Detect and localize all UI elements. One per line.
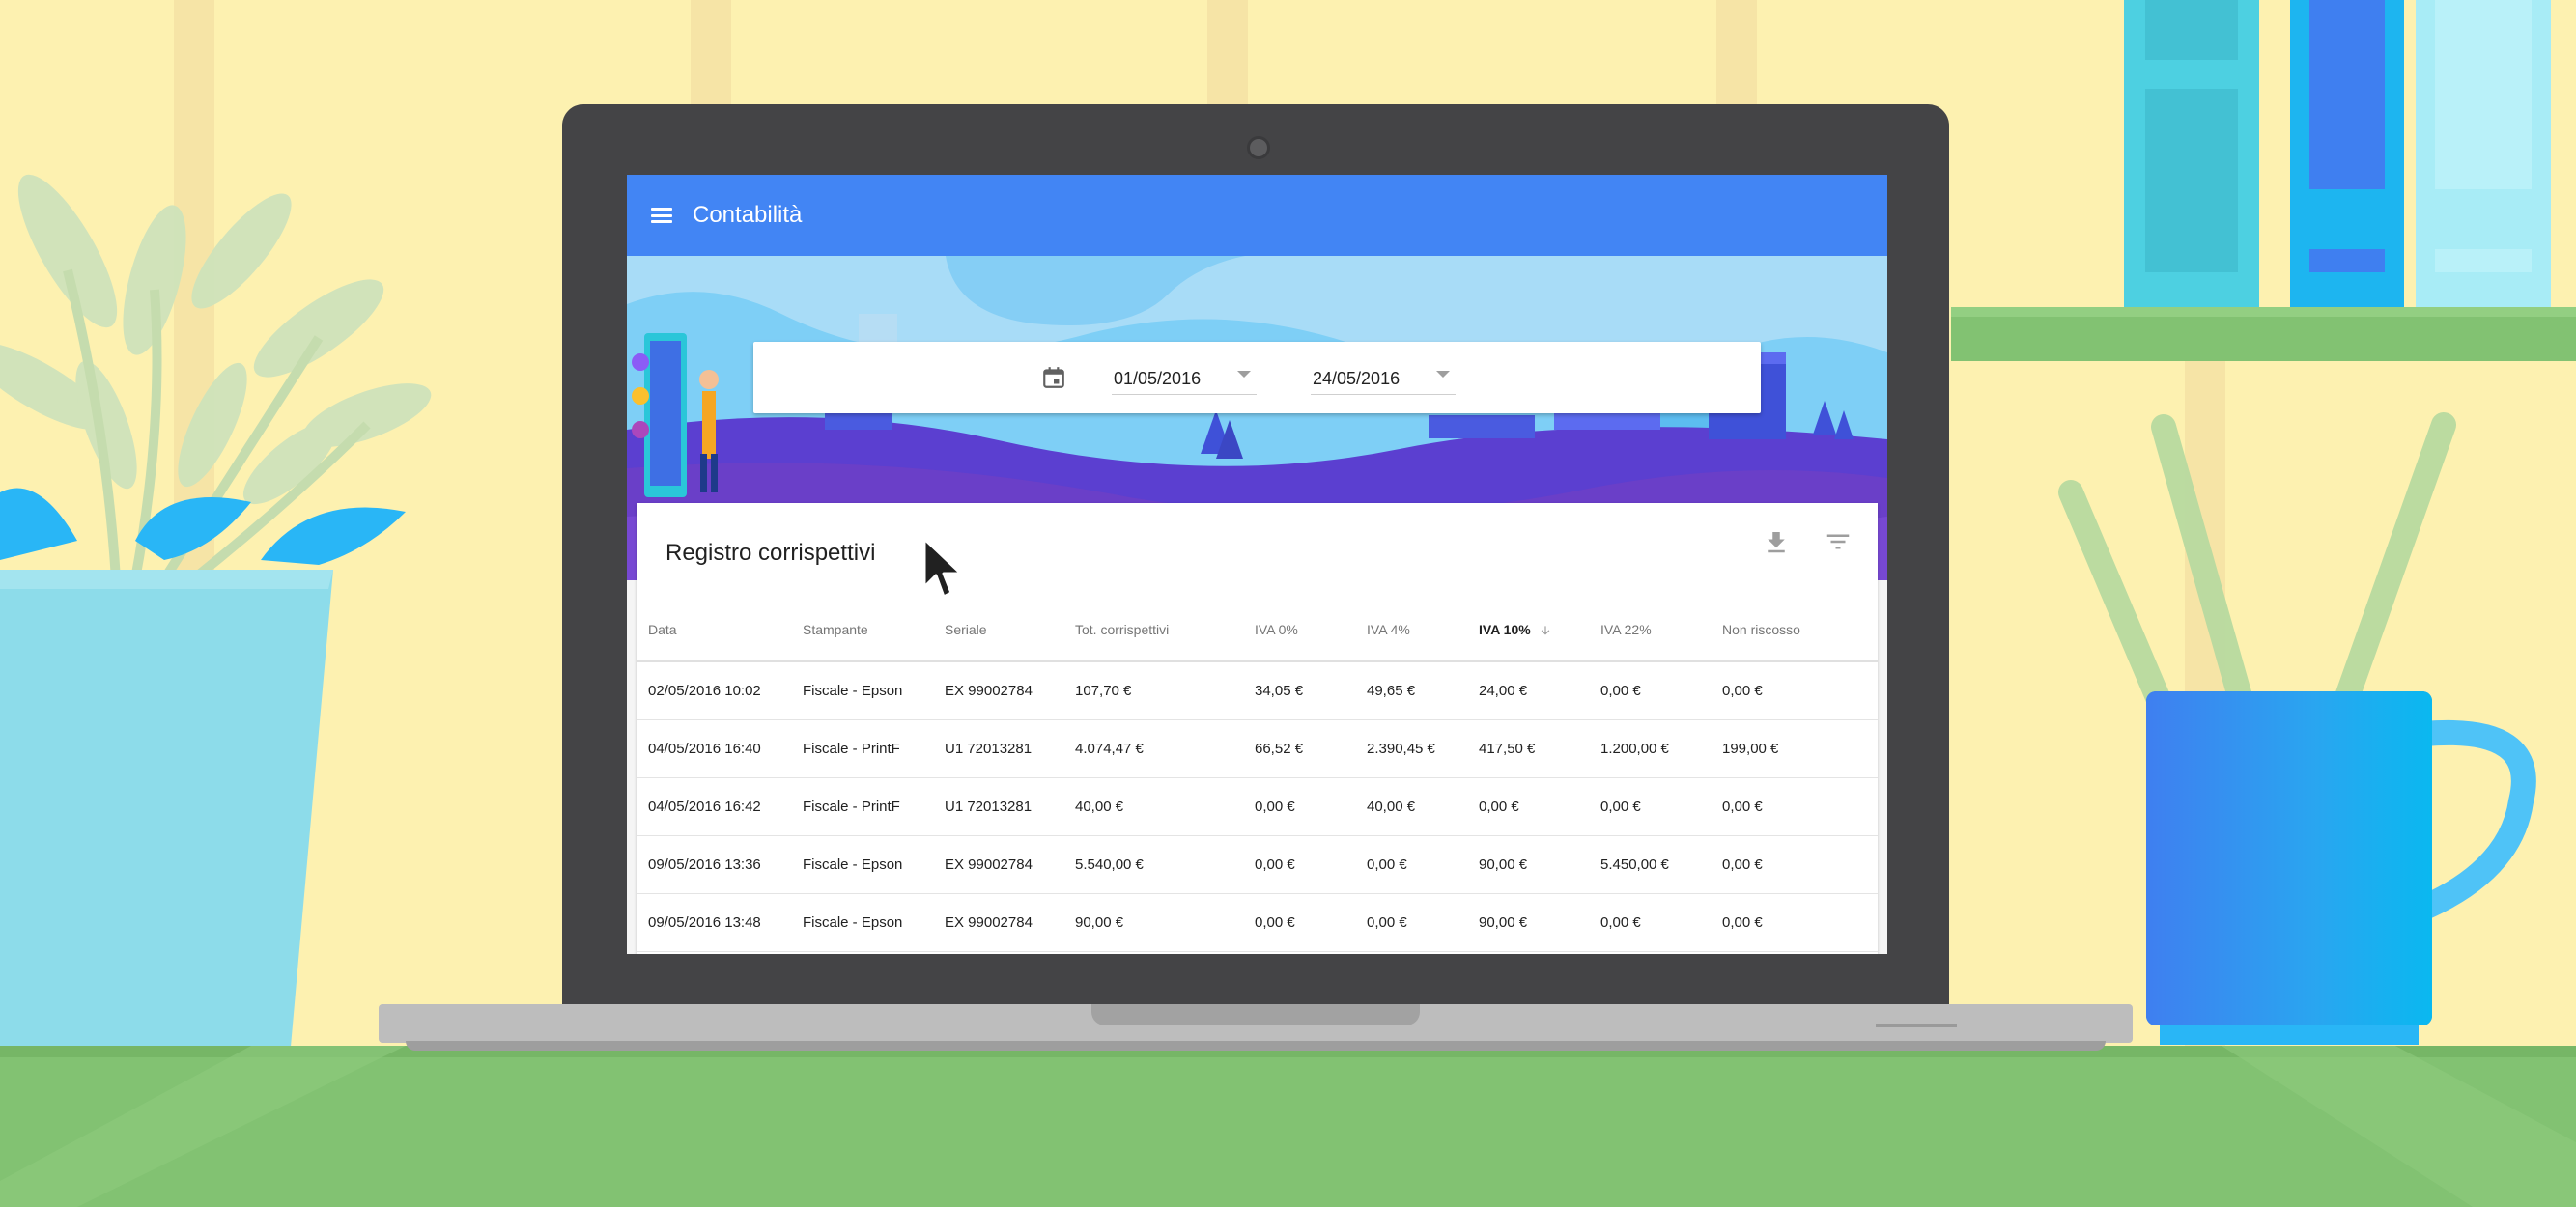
column-header-sorted[interactable]: IVA 10% [1479, 599, 1600, 662]
cell-date: 04/05/2016 16:40 [637, 719, 803, 778]
cell-serial: U1 72013281 [945, 777, 1075, 836]
cell-iva-4: 2.390,45 € [1367, 719, 1479, 778]
download-icon[interactable] [1762, 527, 1791, 556]
cell-iva-22: 0,00 € [1600, 893, 1722, 952]
cell-non-riscosso: 0,00 € [1722, 661, 1878, 720]
cell-total: 4.074,47 € [1075, 719, 1255, 778]
column-header[interactable]: Stampante [803, 599, 945, 662]
table-row[interactable]: 04/05/2016 16:42 Fiscale - PrintF U1 720… [637, 777, 1878, 836]
table-row[interactable]: 04/05/2016 16:40 Fiscale - PrintF U1 720… [637, 719, 1878, 778]
cell-iva-10: 24,00 € [1479, 661, 1600, 720]
shelf-edge [1951, 307, 2576, 317]
date-to-value: 24/05/2016 [1313, 369, 1401, 388]
laptop-base-bottom [406, 1041, 2106, 1051]
cell-printer: Fiscale - PrintF [803, 777, 945, 836]
date-range-bar: 01/05/2016 24/05/2016 [753, 342, 1761, 413]
cell-printer: Fiscale - Epson [803, 893, 945, 952]
cell-iva-10: 417,50 € [1479, 719, 1600, 778]
cell-iva-4: 40,00 € [1367, 777, 1479, 836]
column-header[interactable]: Non riscosso [1722, 599, 1878, 662]
cell-non-riscosso: 0,00 € [1722, 893, 1878, 952]
column-header[interactable]: IVA 22% [1600, 599, 1722, 662]
cell-non-riscosso: 0,00 € [1722, 835, 1878, 894]
menu-icon[interactable] [651, 208, 672, 223]
sorted-column-label: IVA 10% [1479, 621, 1531, 637]
date-from-field[interactable]: 01/05/2016 [1112, 355, 1257, 395]
cell-serial: EX 99002784 [945, 835, 1075, 894]
table-row[interactable]: 09/05/2016 13:48 Fiscale - Epson EX 9900… [637, 893, 1878, 952]
cell-serial: EX 99002784 [945, 893, 1075, 952]
date-to-field[interactable]: 24/05/2016 [1311, 355, 1456, 395]
chevron-down-icon[interactable] [1237, 371, 1251, 378]
card-title: Registro corrispettivi [665, 540, 876, 566]
mug-illustration [2058, 412, 2536, 1045]
laptop-indicator [1876, 1024, 1957, 1027]
cell-date: 09/05/2016 13:36 [637, 835, 803, 894]
cell-total: 5.540,00 € [1075, 835, 1255, 894]
laptop-hinge-notch [1091, 1004, 1420, 1025]
cell-iva-4: 0,00 € [1367, 893, 1479, 952]
table-row[interactable]: 09/05/2016 13:36 Fiscale - Epson EX 9900… [637, 835, 1878, 894]
cell-non-riscosso: 0,00 € [1722, 777, 1878, 836]
cell-date: 09/05/2016 13:48 [637, 893, 803, 952]
cell-non-riscosso: 199,00 € [1722, 719, 1878, 778]
app-title: Contabilità [693, 202, 803, 228]
cell-serial: U1 72013281 [945, 719, 1075, 778]
date-from-value: 01/05/2016 [1114, 369, 1202, 388]
cell-iva-0: 34,05 € [1255, 661, 1367, 720]
mouse-pointer-icon [922, 537, 963, 599]
cell-iva-4: 0,00 € [1367, 835, 1479, 894]
cell-iva-10: 90,00 € [1479, 893, 1600, 952]
table-header-row: Data Stampante Seriale Tot. corrispettiv… [637, 599, 1878, 662]
register-table: Data Stampante Seriale Tot. corrispettiv… [637, 599, 1878, 952]
cell-iva-22: 0,00 € [1600, 777, 1722, 836]
filter-icon[interactable] [1824, 527, 1853, 556]
cell-printer: Fiscale - Epson [803, 835, 945, 894]
desk-reflection [0, 1046, 2576, 1207]
cell-iva-22: 5.450,00 € [1600, 835, 1722, 894]
chevron-down-icon[interactable] [1436, 371, 1450, 378]
calendar-icon[interactable] [1041, 365, 1066, 390]
table-row[interactable]: 02/05/2016 10:02 Fiscale - Epson EX 9900… [637, 661, 1878, 720]
column-header[interactable]: Tot. corrispettivi [1075, 599, 1255, 662]
cell-iva-10: 0,00 € [1479, 777, 1600, 836]
potted-plant-illustration [0, 174, 432, 1062]
cell-iva-0: 0,00 € [1255, 893, 1367, 952]
books-illustration [2124, 0, 2551, 311]
cell-printer: Fiscale - PrintF [803, 719, 945, 778]
arrow-down-icon[interactable] [1539, 624, 1552, 637]
column-header[interactable]: IVA 0% [1255, 599, 1367, 662]
cell-iva-10: 90,00 € [1479, 835, 1600, 894]
cell-printer: Fiscale - Epson [803, 661, 945, 720]
cell-iva-4: 49,65 € [1367, 661, 1479, 720]
cell-iva-0: 0,00 € [1255, 835, 1367, 894]
cell-total: 40,00 € [1075, 777, 1255, 836]
column-header[interactable]: Data [637, 599, 803, 662]
cell-iva-0: 0,00 € [1255, 777, 1367, 836]
cell-total: 107,70 € [1075, 661, 1255, 720]
app-screen: Contabilità 01/05/2016 24/05/2016 Regist… [627, 175, 1887, 954]
cell-iva-22: 0,00 € [1600, 661, 1722, 720]
cell-date: 04/05/2016 16:42 [637, 777, 803, 836]
register-card: Registro corrispettivi Data Stampante Se… [637, 503, 1878, 954]
cell-total: 90,00 € [1075, 893, 1255, 952]
cell-iva-0: 66,52 € [1255, 719, 1367, 778]
cell-date: 02/05/2016 10:02 [637, 661, 803, 720]
column-header[interactable]: Seriale [945, 599, 1075, 662]
webcam [1247, 136, 1270, 159]
cell-serial: EX 99002784 [945, 661, 1075, 720]
column-header[interactable]: IVA 4% [1367, 599, 1479, 662]
cell-iva-22: 1.200,00 € [1600, 719, 1722, 778]
app-bar: Contabilità [627, 175, 1887, 256]
